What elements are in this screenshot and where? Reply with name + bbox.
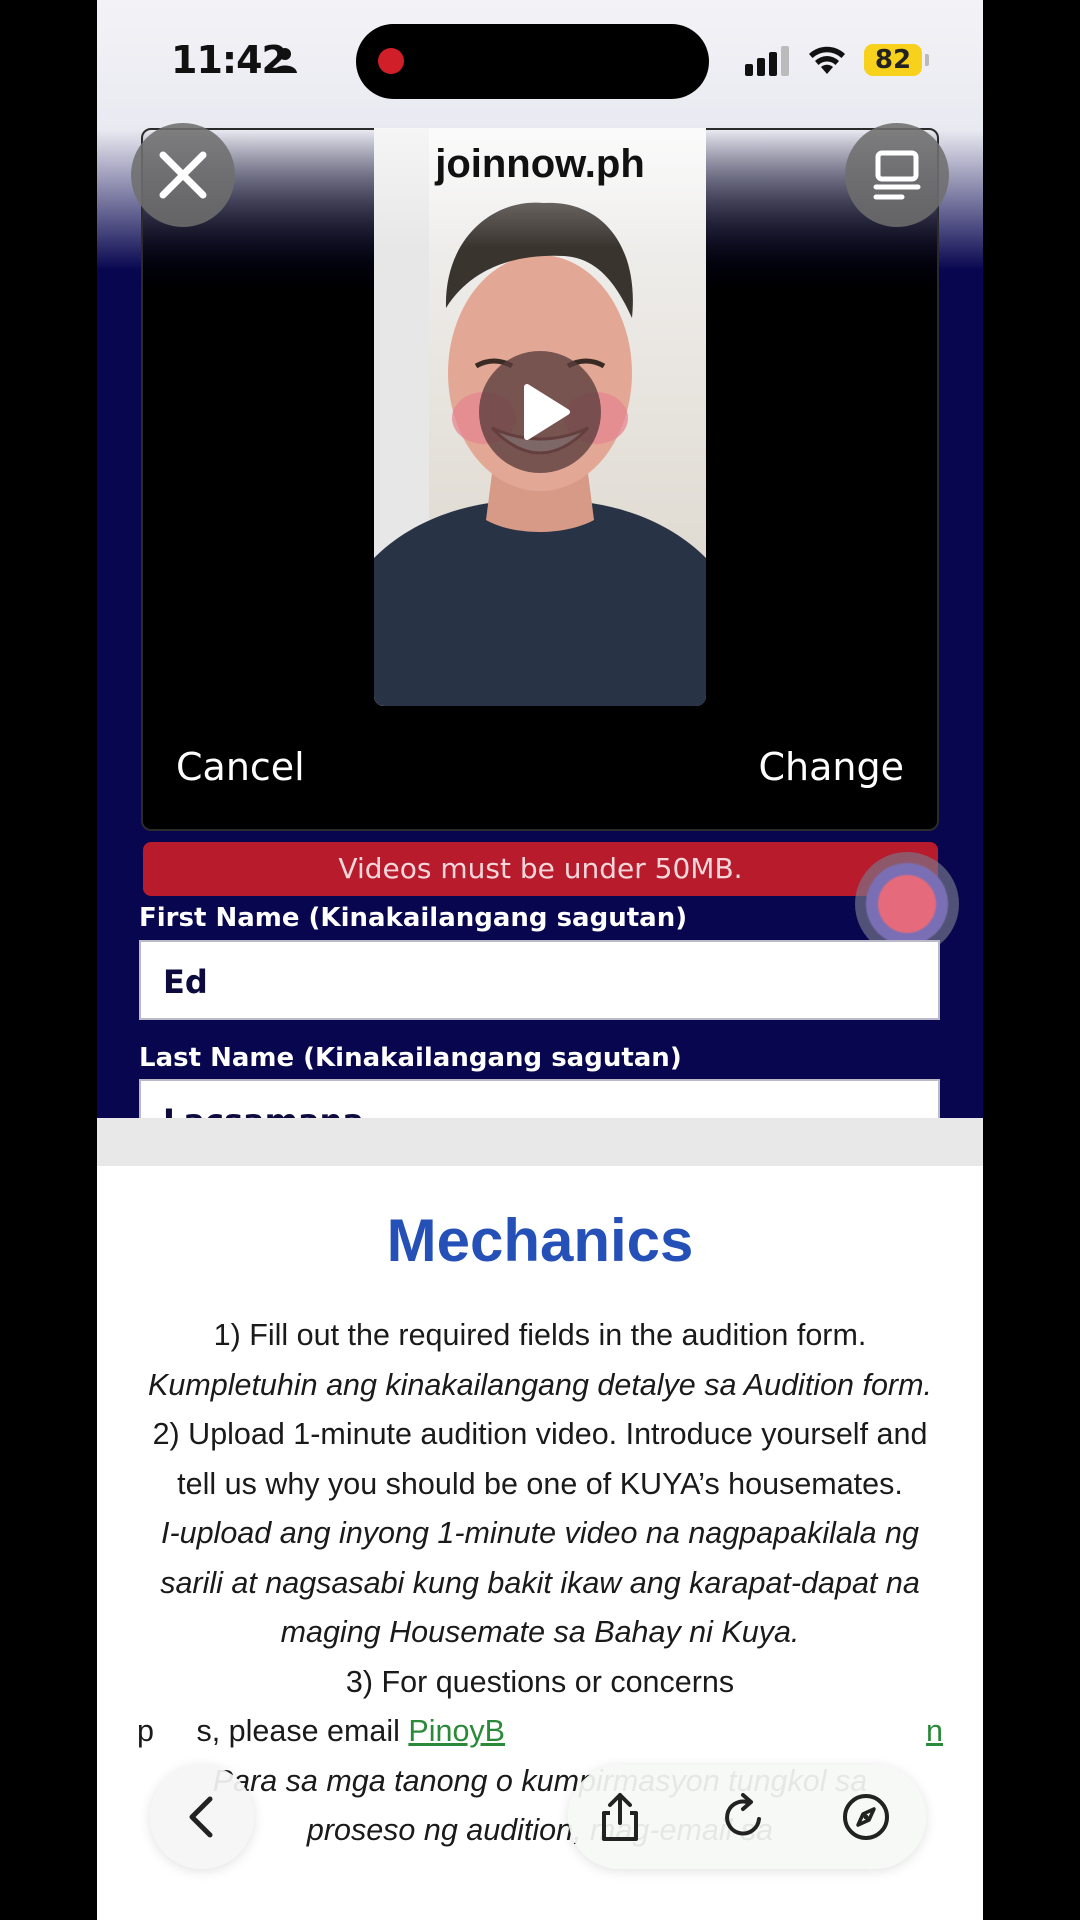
mechanics-title: Mechanics [386, 1207, 694, 1274]
display-icon [873, 150, 921, 200]
email-link[interactable]: PinoyB [408, 1714, 505, 1748]
recording-dot-icon [378, 48, 404, 74]
play-icon [524, 384, 570, 440]
back-icon [189, 1796, 213, 1838]
step-2-tagalog: I-upload ang inyong 1-minute video na na… [160, 1516, 920, 1649]
page-divider [97, 1118, 983, 1166]
browser-toolbar [568, 1765, 926, 1869]
reload-icon[interactable] [713, 1787, 773, 1847]
last-name-field[interactable]: Lacsamana [139, 1079, 940, 1118]
step-1-tagalog: Kumpletuhin ang kinakailangang detalye s… [148, 1367, 932, 1402]
step-3-text-c: s, please email [196, 1714, 400, 1748]
email-link-tail[interactable]: n [926, 1707, 943, 1757]
wifi-icon [809, 46, 845, 74]
close-button[interactable] [131, 123, 235, 227]
share-icon[interactable] [590, 1787, 650, 1847]
phone-screen: 11:42 82 joinnow.ph Cancel Change Videos… [97, 0, 983, 1920]
status-bar: 11:42 82 [97, 0, 983, 120]
step-1: 1) Fill out the required fields in the a… [213, 1318, 867, 1352]
step-3-text-b: p [137, 1714, 154, 1748]
first-name-label: First Name (Kinakailangang sagutan) [139, 903, 688, 933]
error-banner: Videos must be under 50MB. [143, 842, 938, 896]
display-button[interactable] [845, 123, 949, 227]
person-icon [273, 48, 297, 73]
dynamic-island [356, 24, 709, 99]
compass-icon[interactable] [836, 1787, 896, 1847]
cancel-button[interactable]: Cancel [176, 745, 305, 789]
first-name-field[interactable]: Ed [139, 940, 940, 1020]
step-3: 3) For questions or concerns [137, 1658, 943, 1708]
battery-icon: 82 [864, 44, 922, 76]
step-3-text-a: 3) For questions or concerns [345, 1664, 735, 1699]
step-3-line-2: p s, please email PinoyB n [137, 1707, 943, 1757]
status-time: 11:42 [171, 38, 288, 82]
play-button[interactable] [479, 351, 601, 473]
last-name-label: Last Name (Kinakailangang sagutan) [139, 1043, 682, 1073]
step-2: 2) Upload 1-minute audition video. Intro… [152, 1417, 928, 1501]
battery-tip [925, 54, 929, 66]
back-button[interactable] [150, 1765, 254, 1869]
change-button[interactable]: Change [759, 745, 905, 789]
video-sheet: 11:42 82 joinnow.ph Cancel Change Videos… [97, 0, 983, 1118]
signal-icon [745, 46, 789, 76]
close-icon [159, 151, 207, 199]
